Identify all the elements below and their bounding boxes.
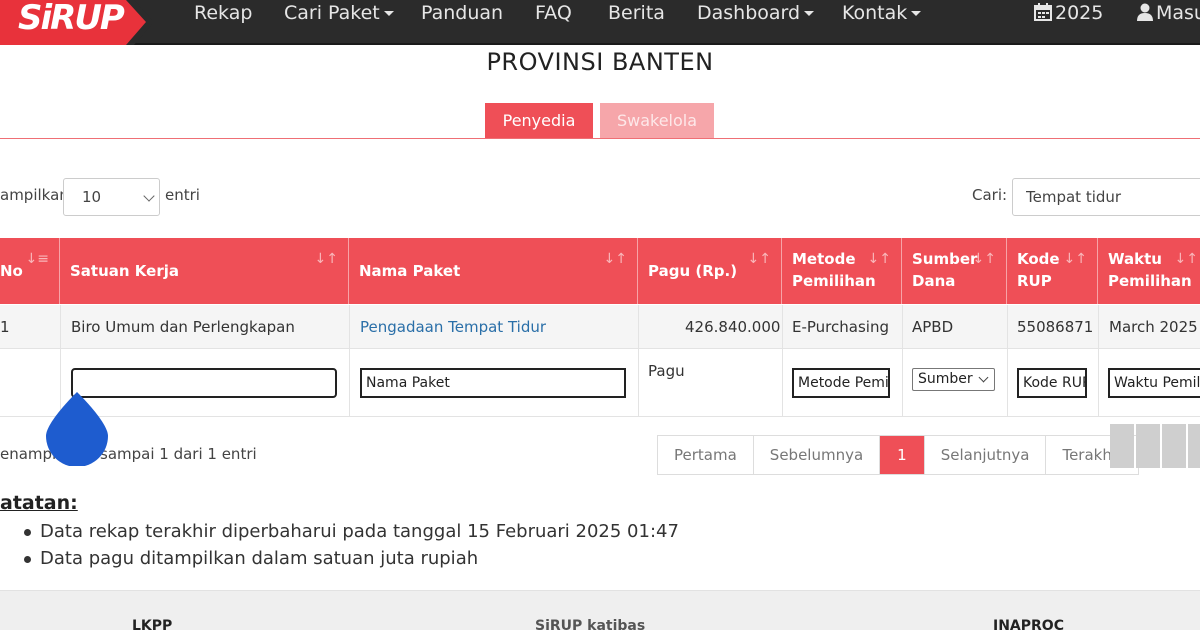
filter-nama-paket-input[interactable] [360, 368, 626, 398]
nav-cari-paket[interactable]: Cari Paket [284, 0, 394, 45]
tabs-divider [0, 138, 1200, 139]
th-sumber-label: Sumber Dana [912, 250, 978, 290]
nav-cari-paket-label: Cari Paket [284, 2, 380, 24]
th-satuan-kerja-label: Satuan Kerja [70, 262, 179, 280]
length-suffix: entri [165, 186, 200, 204]
top-navbar: SiRUP Rekap Cari Paket Panduan FAQ Berit… [0, 0, 1200, 45]
th-metode-label: Metode Pemilihan [792, 250, 876, 290]
th-waktu[interactable]: Waktu Pemilihan ↓↑ [1098, 238, 1200, 304]
nav-login-label: Masuk [1156, 2, 1200, 24]
th-nama-paket[interactable]: Nama Paket ↓↑ [349, 238, 638, 304]
filter-pagu-label: Pagu [648, 362, 685, 380]
chevron-down-icon [804, 11, 815, 16]
table-info-right: sampai 1 dari 1 entri [100, 445, 257, 463]
length-label: ampilkan [0, 186, 69, 204]
th-no[interactable]: No ↓≡ [0, 238, 60, 304]
th-sumber[interactable]: Sumber Dana ↓↑ [902, 238, 1007, 304]
sort-asc-icon: ↓≡ [25, 251, 49, 267]
page-title: PROVINSI BANTEN [486, 48, 714, 76]
column-divider [1098, 305, 1099, 417]
sort-icon: ↓↑ [1174, 251, 1198, 267]
cell-satuan-kerja: Biro Umum dan Perlengkapan [71, 318, 295, 336]
export-button[interactable] [1188, 424, 1200, 468]
nav-dashboard-label: Dashboard [697, 2, 801, 24]
filter-sumber-value: Sumber [918, 371, 973, 387]
sort-icon: ↓↑ [314, 251, 338, 267]
filter-metode-input[interactable] [792, 368, 890, 398]
list-item: Data pagu ditampilkan dalam satuan juta … [24, 545, 679, 572]
page-current-button[interactable]: 1 [880, 436, 925, 474]
nav-login[interactable]: Masuk [1137, 0, 1200, 45]
nav-dashboard[interactable]: Dashboard [697, 0, 815, 45]
th-kode-rup-label: Kode RUP [1017, 250, 1060, 290]
export-button[interactable] [1136, 424, 1160, 468]
cell-no: 1 [0, 318, 10, 336]
cell-sumber: APBD [912, 318, 954, 336]
th-satuan-kerja[interactable]: Satuan Kerja ↓↑ [60, 238, 349, 304]
filter-kode-rup-input[interactable] [1017, 368, 1087, 398]
column-divider [782, 305, 783, 417]
tab-penyedia[interactable]: Penyedia [485, 103, 593, 138]
th-pagu-label: Pagu (Rp.) [648, 262, 738, 280]
nav-panduan[interactable]: Panduan [421, 0, 503, 45]
search-input[interactable] [1012, 178, 1200, 216]
th-pagu[interactable]: Pagu (Rp.) ↓↑ [638, 238, 782, 304]
filter-waktu-input[interactable] [1108, 368, 1200, 398]
nav-year-label: 2025 [1055, 2, 1104, 24]
nav-faq[interactable]: FAQ [535, 0, 572, 45]
chevron-down-icon [978, 372, 989, 383]
filter-satuan-kerja-input[interactable] [71, 368, 337, 398]
touch-marker-icon [46, 392, 108, 466]
column-divider [638, 305, 639, 417]
inaproc-logo: INAPROC [993, 618, 1064, 630]
sort-icon: ↓↑ [603, 251, 627, 267]
pagination: Pertama Sebelumnya 1 Selanjutnya Terakhi… [657, 435, 1140, 475]
cell-pagu: 426.840.000 [685, 318, 781, 336]
th-metode[interactable]: Metode Pemilihan ↓↑ [782, 238, 902, 304]
column-divider [349, 305, 350, 417]
chevron-down-icon [911, 11, 922, 16]
sort-icon: ↓↑ [867, 251, 891, 267]
export-button[interactable] [1110, 424, 1134, 468]
search-label: Cari: [972, 186, 1008, 204]
sort-icon: ↓↑ [972, 251, 996, 267]
cell-metode: E-Purchasing [792, 318, 889, 336]
nav-kontak-label: Kontak [842, 2, 908, 24]
cell-waktu: March 2025 [1109, 318, 1198, 336]
export-button[interactable] [1162, 424, 1186, 468]
length-select-value: 10 [82, 188, 102, 206]
th-nama-paket-label: Nama Paket [359, 262, 461, 280]
lkpp-logo: LKPP [132, 618, 173, 630]
length-select[interactable]: 10 [63, 178, 160, 216]
list-item: Data rekap terakhir diperbaharui pada ta… [24, 518, 679, 545]
column-divider [1007, 305, 1008, 417]
th-no-label: No [0, 262, 23, 280]
user-icon [1137, 3, 1153, 21]
notes-title: atatan: [0, 492, 78, 514]
notes-list: Data rekap terakhir diperbaharui pada ta… [24, 518, 679, 572]
cell-kode-rup: 55086871 [1017, 318, 1094, 336]
tab-swakelola[interactable]: Swakelola [600, 103, 714, 138]
column-divider [902, 305, 903, 417]
page-first-button[interactable]: Pertama [658, 436, 754, 474]
sirup-footer-logo: SiRUP katibas [535, 618, 646, 630]
nav-kontak[interactable]: Kontak [842, 0, 922, 45]
th-kode-rup[interactable]: Kode RUP ↓↑ [1007, 238, 1098, 304]
sort-icon: ↓↑ [747, 251, 771, 267]
nav-year[interactable]: 2025 [1034, 0, 1103, 45]
chevron-down-icon [143, 190, 155, 202]
brand-text: SiRUP [18, 0, 125, 38]
sort-icon: ↓↑ [1063, 251, 1087, 267]
chevron-down-icon [383, 11, 394, 16]
nav-rekap[interactable]: Rekap [194, 0, 252, 45]
page-prev-button[interactable]: Sebelumnya [753, 436, 881, 474]
cell-nama-paket-link[interactable]: Pengadaan Tempat Tidur [360, 305, 546, 349]
filter-sumber-select[interactable]: Sumber [912, 368, 995, 391]
nav-berita[interactable]: Berita [608, 0, 665, 45]
calendar-icon [1034, 3, 1052, 21]
page-next-button[interactable]: Selanjutnya [924, 436, 1047, 474]
